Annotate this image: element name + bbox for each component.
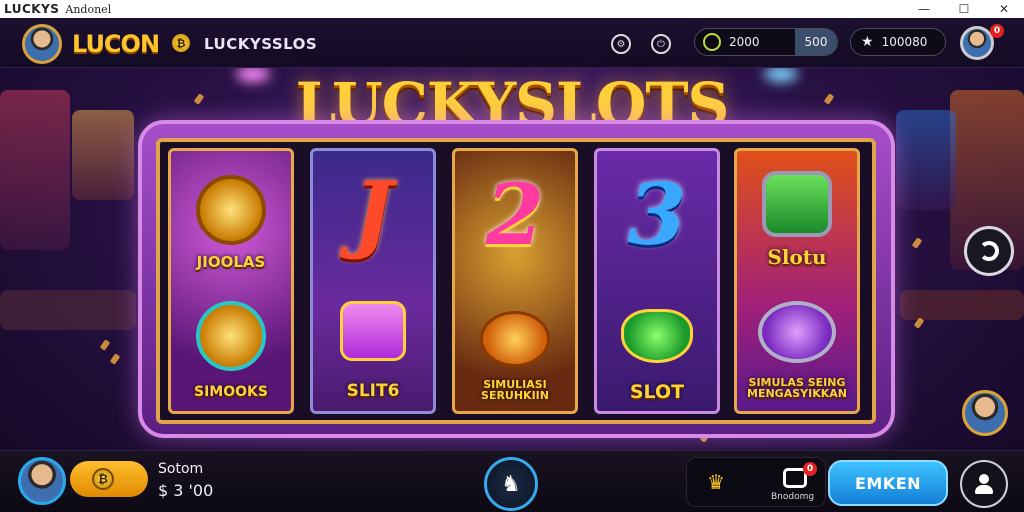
maximize-button[interactable]: ☐ (944, 0, 984, 18)
confetti (99, 339, 111, 351)
power-icon[interactable]: ⏻ (651, 34, 671, 54)
player-balance: $ 3 '00 (158, 481, 214, 500)
top-bar: LUCON ₿ LUCKYSSLOS ⚙ ⏻ 2000 500 ★ 100080… (0, 18, 1024, 68)
chat-badge: 0 (803, 462, 817, 476)
balance-pill[interactable]: 2000 500 (694, 28, 838, 56)
coin-icon: ₿ (92, 468, 114, 490)
reel-4-top-digit: 3 (627, 165, 687, 264)
reel-2[interactable]: J SLIT6 (310, 148, 436, 414)
trophy-icon[interactable]: ♛ (707, 470, 725, 494)
balance-extra: 500 (795, 29, 837, 55)
reel-2-top-digit: J (353, 163, 393, 262)
bg-table-right (900, 290, 1024, 320)
rotate-button[interactable] (964, 226, 1014, 276)
star-icon: ★ (861, 34, 874, 50)
user-icon (975, 474, 993, 494)
mid-label: Bnodomg (771, 492, 815, 502)
confetti (911, 237, 923, 249)
player-avatar[interactable] (18, 457, 66, 505)
reel-4[interactable]: 3 SLOT (594, 148, 720, 414)
window-title: LUCKYS (4, 2, 60, 16)
player-name: Sotom (158, 461, 204, 477)
game-window: LUCKYS Andonel — ☐ ✕ LUCON ₿ LUCKYSSLOS … (0, 0, 1024, 512)
purple-drum-symbol (340, 301, 406, 361)
profile-button[interactable] (960, 460, 1008, 508)
balance-value: 2000 (729, 35, 760, 49)
reel-1[interactable]: JIOOLAS SIMOOKS (168, 148, 294, 414)
reel-5[interactable]: Slotu SIMULAS SEING MENGASYIKKAN (734, 148, 860, 414)
notification-badge: 0 (990, 24, 1004, 38)
reel-3-bottom-label: SIMULIASI SERUHKIIN (481, 378, 549, 402)
reel-3-top-digit: 2 (485, 165, 545, 264)
control-box: ♛ 0 Bnodomg (686, 457, 826, 507)
window-titlebar: LUCKYS Andonel — ☐ ✕ (0, 0, 1024, 18)
minimize-button[interactable]: — (904, 0, 944, 18)
reel-2-bottom-label: SLIT6 (346, 381, 400, 401)
action-button[interactable]: EMKEN (828, 460, 948, 506)
star-value: 100080 (881, 35, 928, 49)
confetti (109, 353, 121, 365)
bottom-bar: ₿ Sotom $ 3 '00 ♞ ♛ 0 Bnodomg EMKEN (0, 450, 1024, 512)
rotate-icon (979, 241, 999, 261)
purple-pot-symbol (758, 301, 836, 363)
coin-icon (703, 33, 721, 51)
reel-5-bottom-label: SIMULAS SEING MENGASYIKKAN (747, 376, 847, 400)
reel-1-top-label: JIOOLAS (196, 253, 266, 271)
app-name: LUCKYSSLOS (204, 35, 318, 53)
bg-table-left (0, 290, 136, 330)
player-avatar[interactable] (22, 24, 62, 64)
gold-coin-symbol (196, 175, 266, 245)
star-pill[interactable]: ★ 100080 (850, 28, 946, 56)
app-logo: LUCON (72, 30, 160, 58)
coin-icon: ₿ (172, 34, 190, 52)
green-pot-symbol (762, 171, 832, 237)
reel-3[interactable]: 2 SIMULIASI SERUHKIIN (452, 148, 578, 414)
gold-coin-symbol (196, 301, 266, 371)
rabbit-icon: ♞ (501, 471, 521, 497)
coin-shop-button[interactable]: ₿ (70, 461, 148, 497)
reel-5-top-label: Slotu (767, 245, 827, 269)
close-button[interactable]: ✕ (984, 0, 1024, 18)
window-subtitle: Andonel (65, 2, 112, 16)
gold-coin-symbol (480, 311, 550, 367)
spin-button[interactable]: ♞ (484, 457, 538, 511)
reel-4-bottom-label: SLOT (629, 381, 685, 403)
profile-avatar[interactable] (960, 26, 994, 60)
green-gem-symbol (621, 309, 693, 363)
friend-avatar[interactable] (962, 390, 1008, 436)
reel-1-bottom-label: SIMOOKS (194, 384, 268, 400)
gear-icon[interactable]: ⚙ (611, 34, 631, 54)
